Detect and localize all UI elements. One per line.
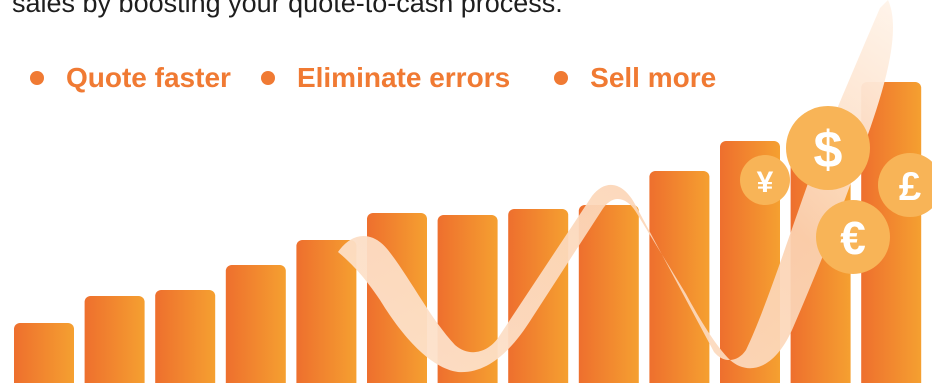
bar-10 [649, 171, 710, 383]
bar-2 [84, 296, 145, 383]
bar-4 [225, 265, 286, 383]
bar-3 [155, 290, 216, 383]
bar-1 [14, 323, 74, 383]
euro-symbol: € [840, 212, 866, 264]
dollar-symbol: $ [814, 121, 843, 179]
pound-symbol: £ [899, 165, 921, 209]
growth-chart: $ ¥ £ € [14, 0, 932, 383]
yen-symbol: ¥ [757, 166, 774, 199]
bar-5 [296, 240, 357, 383]
